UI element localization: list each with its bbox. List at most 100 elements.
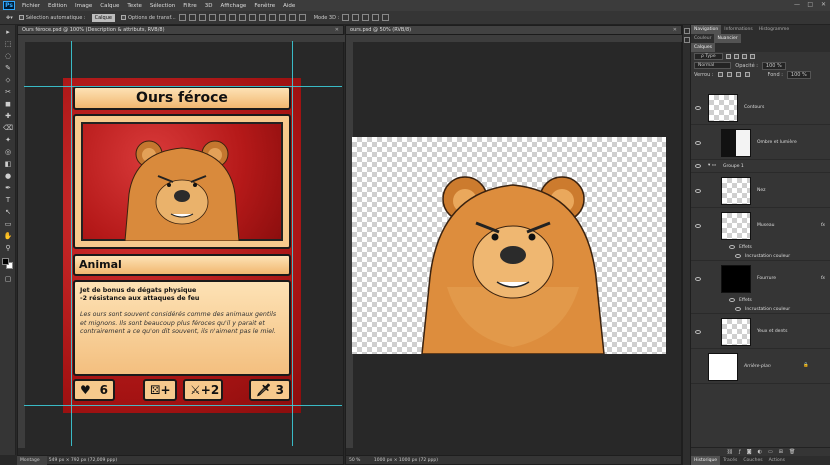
slide-3d-icon[interactable] <box>372 14 380 21</box>
align-top-icon[interactable] <box>178 14 186 21</box>
effect-row[interactable]: Incrustation couleur <box>691 305 830 314</box>
transparent-canvas[interactable] <box>352 137 666 354</box>
effect-row[interactable]: Incrustation couleur <box>691 252 830 261</box>
document-tab-bear[interactable]: ours.psd @ 50% (RVB/8) ✕ <box>346 26 681 35</box>
layer-row[interactable]: Yeux et dents <box>691 315 830 349</box>
distribute-middle-icon[interactable] <box>248 14 256 21</box>
zoom-tool-icon[interactable]: ⚲ <box>3 243 13 253</box>
tab-historique[interactable]: Historique <box>691 456 721 465</box>
menu-aide[interactable]: Aide <box>279 3 299 9</box>
folder-icon[interactable]: ▾ ▭ <box>708 163 716 168</box>
layer-row[interactable]: Nez <box>691 174 830 208</box>
horizontal-ruler[interactable] <box>18 35 345 42</box>
lock-all-icon[interactable] <box>744 72 750 77</box>
layer-row[interactable]: Contours <box>691 91 830 125</box>
layer-row[interactable]: Museau fx <box>691 209 830 243</box>
visibility-eye-icon[interactable] <box>729 245 735 249</box>
align-bottom-icon[interactable] <box>198 14 206 21</box>
menu-fenetre[interactable]: Fenêtre <box>250 3 279 9</box>
visibility-eye-icon[interactable] <box>695 164 701 168</box>
visibility-eye-icon[interactable] <box>695 141 701 145</box>
filter-pixel-icon[interactable] <box>725 54 731 59</box>
rotate-3d-icon[interactable] <box>342 14 350 21</box>
fx-icon[interactable]: fx <box>821 276 825 281</box>
pen-tool-icon[interactable]: ✒ <box>3 183 13 193</box>
lasso-tool-icon[interactable]: ◌ <box>3 51 13 61</box>
tab-couches[interactable]: Couches <box>740 456 765 465</box>
layer-name[interactable]: Yeux et dents <box>757 329 787 334</box>
layer-name[interactable]: Arrière-plan <box>744 364 771 369</box>
menu-image[interactable]: Image <box>71 3 96 9</box>
color-swatches[interactable] <box>0 256 16 272</box>
visibility-eye-icon[interactable] <box>695 224 701 228</box>
tab-informations[interactable]: Informations <box>721 25 755 34</box>
zoom-level[interactable]: 50 % <box>349 458 360 463</box>
align-center-icon[interactable] <box>218 14 226 21</box>
montage-tab[interactable]: Montage <box>17 456 47 465</box>
adjustment-layer-icon[interactable]: ◐ <box>758 449 762 455</box>
lock-pixels-icon[interactable] <box>726 72 732 77</box>
path-select-tool-icon[interactable]: ↖ <box>3 207 13 217</box>
visibility-eye-icon[interactable] <box>695 106 701 110</box>
distribute-top-icon[interactable] <box>238 14 246 21</box>
close-tab-icon[interactable]: ✕ <box>673 26 677 35</box>
tab-calques[interactable]: Calques <box>691 43 715 52</box>
fx-icon[interactable]: fx <box>821 223 825 228</box>
lock-position-icon[interactable] <box>735 72 741 77</box>
visibility-eye-icon[interactable] <box>735 307 741 311</box>
fill-field[interactable]: 100 % <box>786 70 811 79</box>
filter-shape-icon[interactable] <box>749 54 755 59</box>
auto-select-checkbox[interactable] <box>18 15 24 20</box>
layer-filter-dropdown[interactable]: ρ Type <box>694 53 723 60</box>
auto-select-option[interactable]: Sélection automatique : <box>18 15 86 21</box>
add-style-icon[interactable]: ƒ <box>739 449 741 455</box>
menu-3d[interactable]: 3D <box>201 3 217 9</box>
tab-navigation[interactable]: Navigation <box>691 25 722 34</box>
align-left-icon[interactable] <box>208 14 216 21</box>
tab-nuancier[interactable]: Nuancier <box>714 34 741 43</box>
guide-vertical-right[interactable] <box>292 41 293 446</box>
close-window-button[interactable]: ✕ <box>821 1 826 8</box>
align-middle-icon[interactable] <box>188 14 196 21</box>
history-brush-tool-icon[interactable]: ✦ <box>3 135 13 145</box>
eraser-tool-icon[interactable]: ◎ <box>3 147 13 157</box>
menu-fichier[interactable]: Fichier <box>18 3 44 9</box>
auto-align-icon[interactable] <box>298 14 306 21</box>
visibility-eye-icon[interactable] <box>729 298 735 302</box>
shape-tool-icon[interactable]: ▭ <box>3 219 13 229</box>
eyedropper-tool-icon[interactable]: ✂ <box>3 87 13 97</box>
quick-mask-icon[interactable]: ▢ <box>3 274 13 284</box>
visibility-eye-icon[interactable] <box>695 330 701 334</box>
layer-name[interactable]: Fourrure <box>757 276 776 281</box>
effects-row[interactable]: Effets <box>691 243 830 252</box>
layer-row[interactable]: Arrière-plan 🔒 <box>691 350 830 384</box>
guide-vertical-left[interactable] <box>71 41 72 446</box>
visibility-eye-icon[interactable] <box>735 254 741 258</box>
brush-tool-icon[interactable]: ✚ <box>3 111 13 121</box>
layer-name[interactable]: Museau <box>757 223 774 228</box>
align-right-icon[interactable] <box>228 14 236 21</box>
drag-3d-icon[interactable] <box>362 14 370 21</box>
layer-name[interactable]: Nez <box>757 188 766 193</box>
effects-row[interactable]: Effets <box>691 296 830 305</box>
menu-texte[interactable]: Texte <box>123 3 146 9</box>
blur-tool-icon[interactable]: ● <box>3 171 13 181</box>
tab-histogramme[interactable]: Histogramme <box>756 25 793 34</box>
blend-mode-dropdown[interactable]: Normal <box>694 62 732 69</box>
close-tab-icon[interactable]: ✕ <box>335 26 339 35</box>
collapsed-panel-strip[interactable] <box>682 25 690 465</box>
maximize-button[interactable]: □ <box>807 1 813 8</box>
tab-couleur[interactable]: Couleur <box>691 34 714 43</box>
horizontal-ruler[interactable] <box>346 35 683 42</box>
visibility-eye-icon[interactable] <box>695 277 701 281</box>
distribute-left-icon[interactable] <box>268 14 276 21</box>
tab-actions[interactable]: Actions <box>766 456 788 465</box>
new-group-icon[interactable]: ▭ <box>768 449 773 455</box>
move-tool-icon[interactable]: ▸ <box>3 27 13 37</box>
healing-tool-icon[interactable]: ◼ <box>3 99 13 109</box>
roll-3d-icon[interactable] <box>352 14 360 21</box>
delete-layer-icon[interactable]: 🗑 <box>789 449 795 455</box>
group-name[interactable]: Groupe 1 <box>723 164 744 169</box>
crop-tool-icon[interactable]: ⬦ <box>3 75 13 85</box>
link-layers-icon[interactable]: ⛓ <box>727 449 733 455</box>
